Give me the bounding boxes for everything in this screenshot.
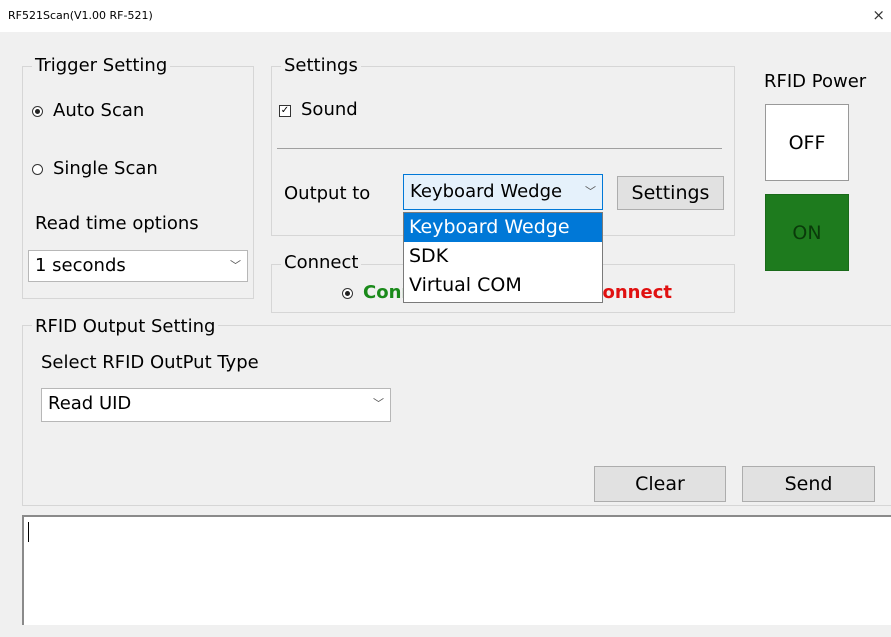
dropdown-option-keyboard-wedge[interactable]: Keyboard Wedge: [404, 213, 602, 242]
auto-scan-radio[interactable]: [32, 106, 43, 117]
window-title: RF521Scan(V1.00 RF-521): [8, 9, 153, 22]
rfid-output-type-select[interactable]: Read UID ﹀: [41, 388, 391, 422]
sound-checkbox[interactable]: ✓: [279, 105, 291, 117]
connect-radio[interactable]: [342, 288, 353, 299]
single-scan-radio[interactable]: [32, 164, 43, 175]
rfid-power-on-button[interactable]: ON: [765, 194, 849, 271]
settings-button[interactable]: Settings: [617, 176, 724, 210]
chevron-down-icon: ﹀: [585, 185, 596, 198]
title-bar: RF521Scan(V1.00 RF-521) ×: [0, 0, 891, 32]
output-to-select[interactable]: Keyboard Wedge ﹀: [403, 174, 603, 210]
rfid-output-type-label: Select RFID OutPut Type: [41, 352, 259, 373]
connect-title: Connect: [281, 253, 362, 273]
text-cursor: [28, 522, 29, 542]
rfid-power-title: RFID Power: [764, 71, 867, 92]
auto-scan-label[interactable]: Auto Scan: [53, 100, 144, 122]
output-to-dropdown: Keyboard Wedge SDK Virtual COM: [403, 212, 603, 303]
settings-title: Settings: [281, 56, 361, 76]
chevron-down-icon: ﹀: [373, 397, 384, 410]
rfid-output-type-value: Read UID: [48, 393, 132, 414]
settings-group: [271, 66, 735, 236]
trigger-setting-title: Trigger Setting: [32, 56, 171, 76]
chevron-down-icon: ﹀: [230, 259, 241, 272]
dropdown-option-virtual-com[interactable]: Virtual COM: [404, 271, 602, 300]
read-time-label: Read time options: [35, 213, 199, 234]
rfid-output-title: RFID Output Setting: [32, 317, 219, 337]
clear-button[interactable]: Clear: [594, 466, 726, 502]
rfid-power-off-button[interactable]: OFF: [765, 104, 849, 181]
sound-label[interactable]: Sound: [301, 99, 358, 121]
settings-divider: [277, 148, 722, 149]
output-to-label: Output to: [284, 183, 371, 204]
send-button[interactable]: Send: [742, 466, 875, 502]
read-time-select[interactable]: 1 seconds ﹀: [28, 250, 248, 282]
single-scan-label[interactable]: Single Scan: [53, 158, 158, 180]
log-textarea[interactable]: [22, 515, 891, 625]
output-to-value: Keyboard Wedge: [410, 181, 563, 202]
close-icon[interactable]: ×: [872, 8, 885, 23]
dropdown-option-sdk[interactable]: SDK: [404, 242, 602, 271]
read-time-value: 1 seconds: [35, 255, 126, 276]
